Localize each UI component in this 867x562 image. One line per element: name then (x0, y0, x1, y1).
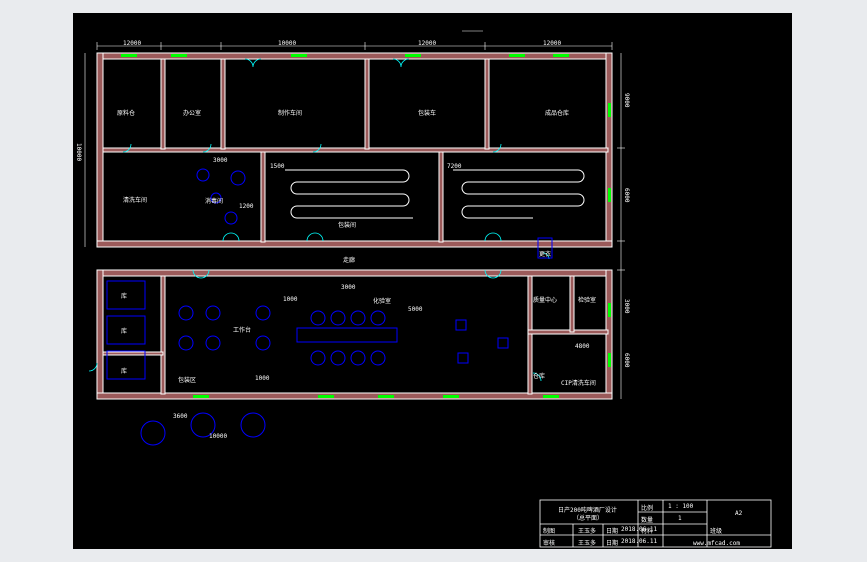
room-label: 成品仓库 (545, 110, 570, 117)
dim-label-right-3: 3000 (623, 299, 630, 314)
drawing-sheet[interactable]: 12000 10000 12000 12000 10000 9000 6000 … (73, 13, 792, 549)
room-label: 原料仓 (117, 110, 136, 117)
dim-label-right-1: 9000 (623, 93, 630, 108)
dim-label-top-1: 12000 (123, 40, 142, 47)
title-scale-value: 1 : 100 (668, 503, 694, 510)
room-label: 包装区 (178, 377, 197, 384)
room-label: 检验室 (578, 297, 597, 304)
annotation: 4800 (575, 343, 590, 350)
annotation: 1500 (270, 163, 285, 170)
room-label: 工作台 (233, 327, 252, 334)
conveyors (285, 169, 585, 219)
doors (88, 58, 550, 382)
room-label: 清洗车间 (123, 197, 148, 204)
annotation: 3000 (341, 284, 356, 291)
title-checked-by: 王玉多 (578, 540, 597, 547)
title-checked-date-label: 日期 (606, 540, 619, 547)
room-label: 更衣 (539, 251, 552, 258)
room-label: 包装车 (418, 110, 437, 117)
dimension-lines (84, 30, 625, 399)
annotation: 3000 (213, 157, 228, 164)
equipment (106, 168, 553, 446)
room-label: 化验室 (373, 298, 392, 305)
annotation: 5000 (408, 306, 423, 313)
title-subtitle: （总平面） (573, 515, 604, 522)
title-drawn-by: 王玉多 (578, 528, 597, 535)
room-label: 库 (121, 328, 128, 335)
room-label: CIP清洗车间 (561, 380, 596, 387)
annotation: 10000 (209, 433, 228, 440)
title-checked-label: 审核 (543, 540, 556, 547)
annotation: 7200 (447, 163, 462, 170)
annotation: 1000 (283, 296, 298, 303)
title-checked-date: 2018.06.11 (621, 538, 658, 545)
title-drawn-date: 2018.06.11 (621, 526, 658, 533)
annotation: 1200 (239, 203, 254, 210)
room-label: 消毒间 (205, 198, 224, 205)
title-school-label: 班级 (710, 528, 723, 535)
room-label: 库 (121, 293, 128, 300)
dim-label-top-4: 12000 (543, 40, 562, 47)
title-sheet-value: 1 (678, 515, 682, 522)
room-label: 仓库 (533, 373, 546, 380)
room-label: 包装间 (338, 222, 357, 229)
title-sheet-label: 数量 (641, 517, 654, 524)
room-label: 走廊 (343, 257, 356, 264)
title-drawn-date-label: 日期 (606, 528, 619, 535)
dim-label-left: 10000 (75, 143, 82, 162)
floor-plan (84, 30, 625, 446)
room-label: 制作车间 (278, 110, 303, 117)
room-label: 质量中心 (533, 297, 558, 304)
title-footer: www.mfcad.com (693, 540, 740, 547)
room-label: 办公室 (183, 110, 202, 117)
dim-label-right-2: 6000 (623, 188, 630, 203)
annotation: 3600 (173, 413, 188, 420)
annotation: 1000 (255, 375, 270, 382)
dim-label-top-3: 12000 (418, 40, 437, 47)
dim-label-right-4: 6000 (623, 353, 630, 368)
title-scale-label: 比例 (641, 505, 654, 512)
dim-label-top-2: 10000 (278, 40, 297, 47)
title-drawn-label: 制图 (543, 528, 556, 535)
title-drawing-no: A2 (735, 510, 743, 517)
room-label: 库 (121, 368, 128, 375)
